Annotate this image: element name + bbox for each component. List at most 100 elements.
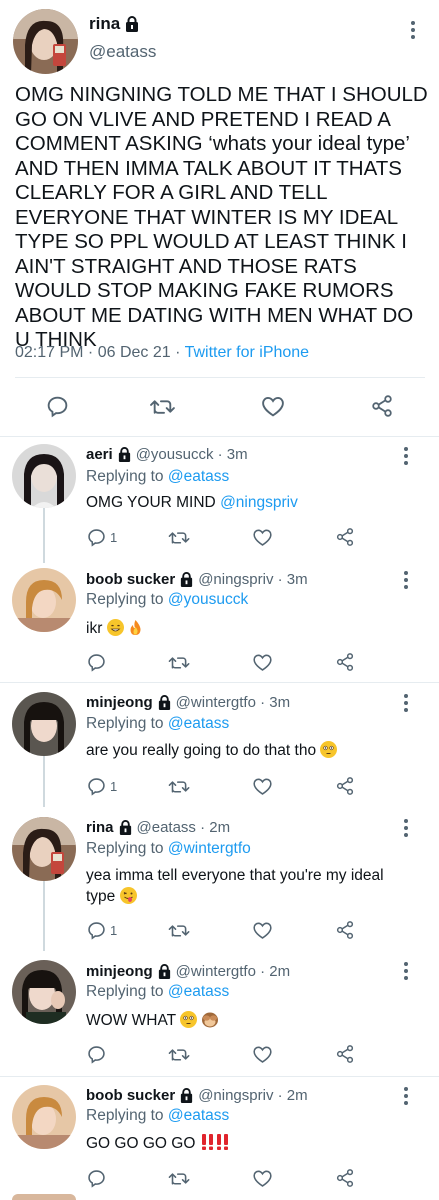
reply-tweet[interactable]: boob sucker @ningspriv · 3m Replying to @… [0, 562, 439, 682]
more-icon[interactable] [396, 816, 416, 840]
tweet-text: WOW WHAT [86, 1010, 416, 1031]
avatar[interactable] [12, 444, 76, 508]
retweet-icon[interactable] [168, 1044, 191, 1065]
share-icon[interactable] [335, 920, 355, 940]
mention-link[interactable]: @yousucck [168, 591, 248, 608]
author-handle[interactable]: @ningspriv · 3m [198, 571, 307, 588]
avatar[interactable] [12, 568, 76, 632]
reply-icon[interactable] [86, 652, 107, 673]
like-icon[interactable] [260, 394, 286, 419]
tongue-wink-emoji [119, 887, 137, 904]
more-icon[interactable] [396, 691, 416, 715]
grinning-emoji [106, 619, 124, 636]
like-icon[interactable] [252, 652, 273, 673]
lock-icon [126, 16, 139, 32]
reply-icon[interactable] [86, 1168, 107, 1189]
mention-link[interactable]: @wintergtfo [168, 840, 251, 857]
like-icon[interactable] [252, 1168, 273, 1189]
retweet-icon[interactable] [149, 394, 177, 419]
retweet-icon[interactable] [168, 920, 191, 941]
retweet-icon[interactable] [168, 527, 191, 548]
mention-link[interactable]: @eatass [168, 1107, 229, 1124]
tweet-text: GO GO GO GO [86, 1133, 416, 1154]
author-name[interactable]: boob sucker [86, 1087, 175, 1104]
tweet-actions [86, 652, 386, 674]
more-icon[interactable] [396, 444, 416, 468]
tweet-actions [86, 1168, 386, 1190]
replying-to: Replying to @eatass [86, 715, 230, 732]
reply-icon[interactable] [45, 394, 70, 419]
author-handle[interactable]: @wintergtfo · 2m [176, 963, 290, 980]
reply-icon[interactable] [86, 920, 107, 941]
reply-tweet[interactable]: aeri @yousucck · 3m Replying to @eatass O… [0, 437, 439, 562]
author-name[interactable]: minjeong [86, 963, 153, 980]
lock-icon [181, 1088, 193, 1103]
reply-count: 1 [110, 779, 118, 794]
share-icon[interactable] [335, 527, 355, 547]
tweet-meta: 02:17 PM · 06 Dec 21 · Twitter for iPhon… [15, 344, 309, 362]
mention-link[interactable]: @eatass [168, 983, 229, 1000]
reply-icon[interactable] [86, 1044, 107, 1065]
more-icon[interactable] [396, 568, 416, 592]
replying-to: Replying to @eatass [86, 983, 230, 1000]
like-icon[interactable] [252, 1044, 273, 1065]
replying-to: Replying to @wintergtfo [86, 840, 251, 857]
mention-link[interactable]: @ningspriv [220, 494, 298, 511]
mention-link[interactable]: @eatass [168, 468, 229, 485]
author-name[interactable]: rina [86, 819, 114, 836]
author-handle[interactable]: @yousucck · 3m [136, 446, 248, 463]
reply-tweet[interactable]: minjeong @wintergtfo · 2m Replying to @ea… [0, 951, 439, 1076]
author-name[interactable]: aeri [86, 446, 113, 463]
reply-tweet[interactable]: rina @eatass · 2m Replying to @wintergtfo… [0, 807, 439, 951]
share-icon[interactable] [335, 1044, 355, 1064]
tweet-timestamp[interactable]: 02:17 PM · 06 Dec 21 · [15, 344, 185, 361]
avatar[interactable] [13, 9, 78, 74]
reply-tweet[interactable]: minjeong @wintergtfo · 3m Replying to @ea… [0, 683, 439, 807]
avatar[interactable] [12, 692, 76, 756]
more-icon[interactable] [396, 1084, 416, 1108]
share-icon[interactable] [335, 1168, 355, 1188]
avatar[interactable] [12, 1085, 76, 1149]
author-handle[interactable]: @eatass · 2m [137, 819, 231, 836]
retweet-icon[interactable] [168, 776, 191, 797]
like-icon[interactable] [252, 776, 273, 797]
tweet-actions: 1 [86, 776, 386, 798]
share-icon[interactable] [335, 652, 355, 672]
share-icon[interactable] [335, 776, 355, 796]
replying-to: Replying to @eatass [86, 468, 230, 485]
avatar[interactable] [12, 1194, 76, 1200]
like-icon[interactable] [252, 920, 273, 941]
like-icon[interactable] [252, 527, 273, 548]
tweet-text: OMG NINGNING TOLD ME THAT I SHOULD GO ON… [15, 83, 428, 351]
author-name[interactable]: minjeong [86, 694, 153, 711]
reply-count: 1 [110, 530, 118, 545]
author-name[interactable]: rina [89, 14, 140, 34]
author-handle[interactable]: @ningspriv · 2m [198, 1087, 307, 1104]
author-handle[interactable]: @eatass [89, 42, 156, 62]
author-handle[interactable]: @wintergtfo · 3m [176, 694, 290, 711]
more-icon[interactable] [396, 959, 416, 983]
reply-tweet[interactable]: boob sucker @ningspriv · 2m Replying to @… [0, 1077, 439, 1200]
retweet-icon[interactable] [168, 1168, 191, 1189]
tweet-actions [86, 1044, 386, 1066]
flushed-face-emoji [180, 1011, 198, 1028]
tweet-text: ikr [86, 618, 416, 639]
mention-link[interactable]: @eatass [168, 715, 229, 732]
tweet-actions: 1 [86, 527, 386, 549]
lock-icon [158, 695, 170, 710]
avatar[interactable] [12, 817, 76, 881]
replying-to: Replying to @eatass [86, 1107, 230, 1124]
reply-count: 1 [110, 923, 118, 938]
more-icon[interactable] [403, 18, 423, 42]
reply-icon[interactable] [86, 776, 107, 797]
tweet-source-link[interactable]: Twitter for iPhone [185, 344, 310, 361]
share-icon[interactable] [370, 394, 394, 418]
lock-icon [181, 572, 193, 587]
retweet-icon[interactable] [168, 652, 191, 673]
reply-icon[interactable] [86, 527, 107, 548]
author-name[interactable]: boob sucker [86, 571, 175, 588]
avatar[interactable] [12, 960, 76, 1024]
tweet-text: yea imma tell everyone that you're my id… [86, 867, 384, 905]
flushed-face-emoji [320, 741, 338, 758]
tweet-actions: 1 [86, 920, 386, 942]
